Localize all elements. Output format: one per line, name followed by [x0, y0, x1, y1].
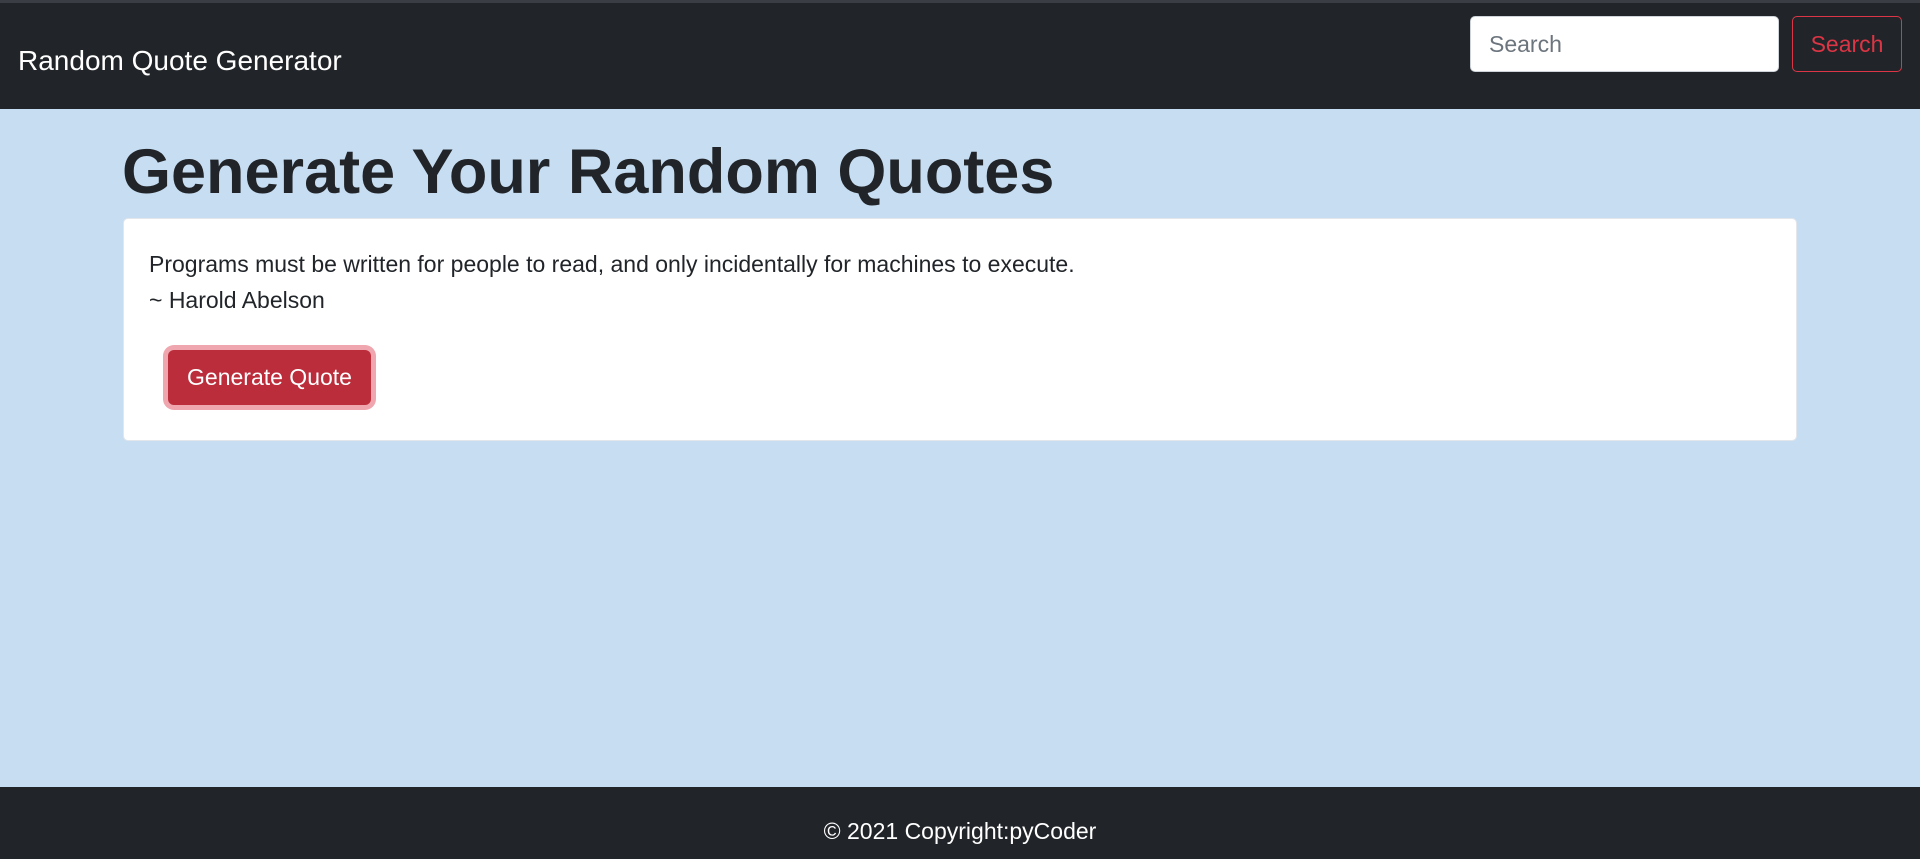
- search-input[interactable]: [1470, 16, 1779, 72]
- quote-author: ~ Harold Abelson: [149, 287, 325, 313]
- footer-copyright: © 2021 Copyright:pyCoder: [823, 818, 1097, 844]
- footer: © 2021 Copyright:pyCoder: [0, 787, 1920, 859]
- navbar-brand[interactable]: Random Quote Generator: [18, 41, 342, 81]
- generate-quote-button[interactable]: Generate Quote: [168, 350, 371, 405]
- page-title: Generate Your Random Quotes: [122, 137, 1055, 207]
- quote-card: Programs must be written for people to r…: [123, 218, 1797, 441]
- search-button[interactable]: Search: [1792, 16, 1902, 72]
- navbar: Random Quote Generator Search: [0, 3, 1920, 109]
- quote-text: Programs must be written for people to r…: [149, 251, 1075, 277]
